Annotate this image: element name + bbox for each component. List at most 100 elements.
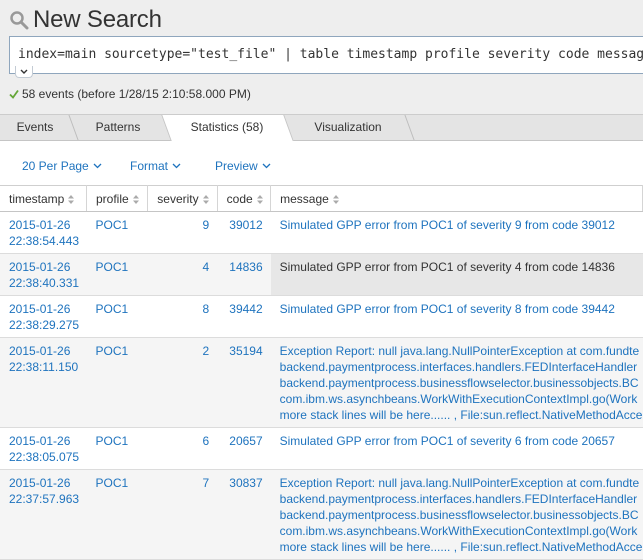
message-line: com.ibm.ws.asynchbeans.WorkWithExecution… — [279, 392, 638, 406]
cell-code[interactable]: 35194 — [217, 337, 271, 428]
sort-icon — [332, 194, 339, 204]
cell-message[interactable]: Exception Report: null java.lang.NullPoi… — [270, 337, 643, 428]
cell-profile[interactable]: POC1 — [86, 253, 148, 296]
page-title: New Search — [33, 6, 162, 33]
tab-divider-visualization — [315, 115, 415, 140]
cell-profile[interactable]: POC1 — [86, 211, 148, 254]
sort-icon — [132, 194, 139, 204]
search-query-input[interactable]: index=main sourcetype="test_file" | tabl… — [9, 36, 643, 74]
tab-statistics[interactable]: Statistics (58) — [161, 115, 294, 141]
table-row: 2015-01-26 22:38:11.150 POC1 2 35194 Exce… — [0, 337, 643, 428]
preview-label: Preview — [215, 159, 258, 173]
cell-message-hovered[interactable]: Simulated GPP error from POC1 of severit… — [270, 253, 643, 296]
message-line: more stack lines will be here...... , Fi… — [279, 540, 643, 554]
message-line: com.ibm.ws.asynchbeans.WorkWithExecution… — [279, 524, 638, 538]
cell-severity[interactable]: 2 — [147, 337, 218, 428]
page-title-row: New Search — [9, 4, 162, 36]
search-icon — [10, 11, 29, 30]
cell-code[interactable]: 14836 — [217, 253, 271, 296]
expand-search-button[interactable] — [15, 66, 33, 78]
timestamp-time: 22:38:29.275 — [9, 318, 80, 332]
cell-timestamp[interactable]: 2015-01-26 22:38:54.443 — [0, 211, 87, 254]
timestamp-date: 2015-01-26 — [9, 476, 71, 490]
message-line: Simulated GPP error from POC1 of severit… — [279, 218, 615, 232]
table-row: 2015-01-26 22:38:05.075 POC1 6 20657 Simu… — [0, 427, 643, 470]
cell-timestamp[interactable]: 2015-01-26 22:38:40.331 — [0, 253, 87, 296]
cell-code[interactable]: 39012 — [217, 211, 271, 254]
message-line: backend.paymentprocess.businessflowselec… — [279, 376, 639, 390]
tab-bar: Events Patterns Statistics (58) Visualiz… — [0, 114, 643, 141]
chevron-down-icon — [262, 163, 271, 169]
cell-severity[interactable]: 8 — [147, 295, 218, 338]
cell-profile[interactable]: POC1 — [86, 469, 148, 560]
column-header-timestamp[interactable]: timestamp — [0, 185, 87, 212]
cell-timestamp[interactable]: 2015-01-26 22:38:11.150 — [0, 337, 87, 428]
column-header-label: profile — [96, 191, 129, 206]
statistics-table: timestamp profile severity code message … — [0, 185, 643, 560]
cell-severity[interactable]: 9 — [147, 211, 218, 254]
timestamp-time: 22:38:05.075 — [9, 450, 80, 464]
chevron-down-icon — [172, 163, 181, 169]
search-header: New Search index=main sourcetype="test_f… — [0, 0, 643, 116]
chevron-down-icon — [20, 69, 28, 74]
column-header-label: message — [280, 191, 329, 206]
cell-severity[interactable]: 7 — [147, 469, 218, 560]
timestamp-date: 2015-01-26 — [9, 434, 71, 448]
search-status: 58 events (before 1/28/15 2:10:58.000 PM… — [9, 87, 251, 101]
preview-dropdown[interactable]: Preview — [215, 159, 271, 173]
message-line: Simulated GPP error from POC1 of severit… — [279, 260, 615, 274]
cell-timestamp[interactable]: 2015-01-26 22:38:05.075 — [0, 427, 87, 470]
timestamp-time: 22:38:40.331 — [9, 276, 80, 290]
checkmark-icon — [9, 89, 19, 99]
column-header-code[interactable]: code — [217, 185, 272, 212]
status-text: 58 events (before 1/28/15 2:10:58.000 PM… — [22, 87, 251, 101]
cell-code[interactable]: 30837 — [217, 469, 271, 560]
table-row: 2015-01-26 22:37:57.963 POC1 7 30837 Exce… — [0, 469, 643, 560]
timestamp-date: 2015-01-26 — [9, 218, 71, 232]
message-line: more stack lines will be here...... , Fi… — [279, 408, 643, 422]
cell-timestamp[interactable]: 2015-01-26 22:37:57.963 — [0, 469, 87, 560]
message-line: backend.paymentprocess.interfaces.handle… — [279, 492, 638, 506]
chevron-down-icon — [93, 163, 102, 169]
column-header-profile[interactable]: profile — [86, 185, 149, 212]
cell-profile[interactable]: POC1 — [86, 337, 148, 428]
sort-icon — [256, 194, 263, 204]
sort-icon — [202, 194, 209, 204]
tab-divider-events — [0, 115, 79, 140]
cell-message[interactable]: Exception Report: null java.lang.NullPoi… — [270, 469, 643, 560]
cell-profile[interactable]: POC1 — [86, 427, 148, 470]
format-dropdown[interactable]: Format — [130, 159, 181, 173]
search-query-text: index=main sourcetype="test_file" | tabl… — [18, 47, 643, 62]
cell-message[interactable]: Simulated GPP error from POC1 of severit… — [270, 427, 643, 470]
timestamp-date: 2015-01-26 — [9, 302, 71, 316]
per-page-dropdown[interactable]: 20 Per Page — [22, 159, 102, 173]
column-header-label: code — [226, 191, 253, 206]
cell-code[interactable]: 39442 — [217, 295, 271, 338]
timestamp-date: 2015-01-26 — [9, 344, 71, 358]
column-header-label: severity — [157, 191, 199, 206]
message-line: Exception Report: null java.lang.NullPoi… — [279, 344, 640, 358]
tab-patterns[interactable]: Patterns — [78, 115, 158, 140]
tab-patterns-label: Patterns — [95, 120, 141, 134]
column-header-message[interactable]: message — [270, 185, 643, 212]
timestamp-date: 2015-01-26 — [9, 260, 71, 274]
message-line: backend.paymentprocess.interfaces.handle… — [279, 360, 638, 374]
cell-timestamp[interactable]: 2015-01-26 22:38:29.275 — [0, 295, 87, 338]
timestamp-time: 22:37:57.963 — [9, 492, 80, 506]
tab-statistics-label: Statistics (58) — [190, 120, 264, 134]
table-row: 2015-01-26 22:38:54.443 POC1 9 39012 Simu… — [0, 211, 643, 254]
column-header-severity[interactable]: severity — [147, 185, 218, 212]
cell-severity[interactable]: 6 — [147, 427, 218, 470]
message-line: backend.paymentprocess.businessflowselec… — [279, 508, 639, 522]
cell-profile[interactable]: POC1 — [86, 295, 148, 338]
table-row: 2015-01-26 22:38:40.331 POC1 4 14836 Simu… — [0, 253, 643, 296]
cell-severity[interactable]: 4 — [147, 253, 218, 296]
message-line: Simulated GPP error from POC1 of severit… — [279, 302, 615, 316]
cell-code[interactable]: 20657 — [217, 427, 271, 470]
cell-message[interactable]: Simulated GPP error from POC1 of severit… — [270, 295, 643, 338]
timestamp-time: 22:38:11.150 — [9, 360, 79, 374]
table-header-row: timestamp profile severity code message — [0, 185, 643, 212]
message-line: Exception Report: null java.lang.NullPoi… — [279, 476, 640, 490]
per-page-label: 20 Per Page — [22, 159, 89, 173]
cell-message[interactable]: Simulated GPP error from POC1 of severit… — [270, 211, 643, 254]
